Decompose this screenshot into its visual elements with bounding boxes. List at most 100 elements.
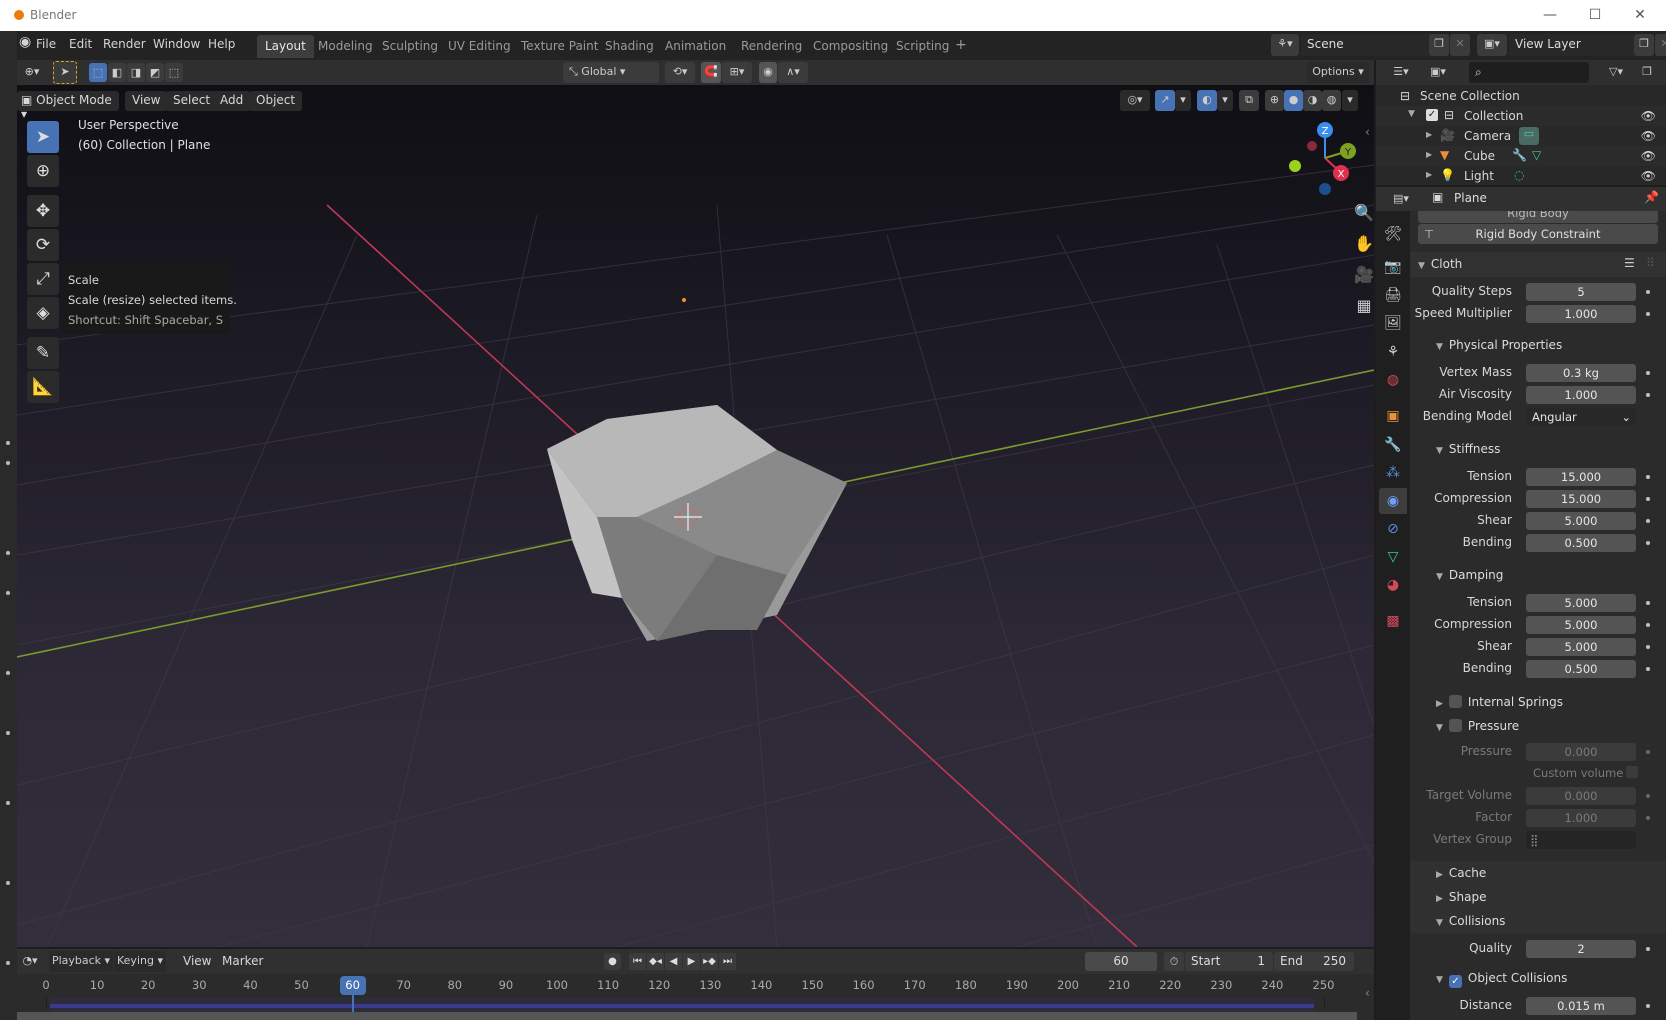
record-keyframe-button[interactable]: ● xyxy=(604,953,621,970)
object-data-tab-icon[interactable]: ▽ xyxy=(1379,544,1407,570)
keyframe-dot[interactable] xyxy=(1646,794,1650,798)
collection-checkbox[interactable]: ✓ xyxy=(1426,109,1438,121)
play-button[interactable]: ▶ xyxy=(683,953,700,970)
ortho-perspective-toggle-icon[interactable]: ▦ xyxy=(1352,296,1374,320)
minimize-button[interactable]: — xyxy=(1535,6,1565,26)
shape-subpanel-header[interactable]: ▶ Shape xyxy=(1410,885,1666,909)
tool-scale[interactable]: ⤢ xyxy=(27,263,59,295)
drag-handle-icon[interactable]: ⠿ xyxy=(1646,256,1655,270)
custom-volume-checkbox[interactable] xyxy=(1626,766,1638,778)
visibility-eye-icon[interactable]: 👁 xyxy=(1641,109,1656,123)
keyframe-dot[interactable] xyxy=(1646,393,1650,397)
scene-tab-icon[interactable]: ⚘ xyxy=(1379,339,1407,365)
collision-quality-field[interactable]: 2 xyxy=(1526,940,1636,958)
rigid-body-button[interactable]: Rigid Body xyxy=(1418,211,1658,223)
tool-move[interactable]: ✥ xyxy=(27,195,59,227)
keyframe-dot[interactable] xyxy=(1646,475,1650,479)
visibility-eye-icon[interactable]: 👁 xyxy=(1641,129,1656,143)
camera-view-icon[interactable]: 🎥 xyxy=(1352,265,1374,289)
menu-render[interactable]: Render xyxy=(103,37,146,51)
cloth-plane-mesh[interactable] xyxy=(547,405,847,641)
keyframe-dot[interactable] xyxy=(1646,290,1650,294)
start-frame-field[interactable]: Start 1 xyxy=(1185,952,1273,971)
outliner-search-input[interactable]: ⌕ xyxy=(1469,62,1589,83)
close-button[interactable]: ✕ xyxy=(1625,6,1655,26)
keyframe-dot[interactable] xyxy=(1646,750,1650,754)
current-frame-indicator[interactable]: 60 xyxy=(339,976,366,995)
outliner-item-camera[interactable]: ▶ 🎥 Camera ▭ 👁 xyxy=(1376,126,1666,146)
modifier-wrench-icon[interactable]: 🔧 xyxy=(1512,148,1527,162)
tab-sculpting[interactable]: Sculpting xyxy=(374,35,446,58)
menu-select[interactable]: Select xyxy=(166,91,218,111)
damping-shear-field[interactable]: 5.000 xyxy=(1526,638,1636,656)
sidebar-toggle-icon[interactable]: ‹ xyxy=(1365,125,1370,139)
damping-compression-field[interactable]: 5.000 xyxy=(1526,616,1636,634)
blender-menu-icon[interactable]: ◉ xyxy=(19,34,31,50)
tab-shading[interactable]: Shading xyxy=(597,35,662,58)
object-collisions-checkbox[interactable]: ✓ xyxy=(1448,975,1462,988)
maximize-button[interactable]: ☐ xyxy=(1580,6,1610,26)
marker-menu[interactable]: Marker xyxy=(222,954,263,968)
particles-tab-icon[interactable]: ⁂ xyxy=(1379,460,1407,486)
options-dropdown[interactable]: Options ▾ xyxy=(1307,62,1369,83)
rendered-shading-icon[interactable]: ◍ xyxy=(1322,90,1341,111)
tool-tab-icon[interactable]: 🛠 xyxy=(1379,221,1407,247)
tool-annotate[interactable]: ✎ xyxy=(27,337,59,369)
keyframe-dot[interactable] xyxy=(1646,601,1650,605)
current-frame-field[interactable]: 60 xyxy=(1085,952,1157,971)
snap-toggle-icon[interactable]: 🧲 xyxy=(701,62,721,83)
jump-to-end-button[interactable]: ⏭ xyxy=(719,953,736,970)
pin-icon[interactable]: 📌 xyxy=(1644,190,1659,204)
solid-shading-icon[interactable]: ● xyxy=(1284,90,1303,111)
tab-compositing[interactable]: Compositing xyxy=(805,35,896,58)
transform-orientation-dropdown[interactable]: ⤡ Global ▾ xyxy=(563,62,659,83)
keyframe-dot[interactable] xyxy=(1646,816,1650,820)
delete-scene-icon[interactable]: ✕ xyxy=(1450,34,1470,56)
output-tab-icon[interactable]: 🖨 xyxy=(1379,282,1407,308)
select-mode-subtract-icon[interactable]: ◨ xyxy=(127,63,145,82)
keyframe-dot[interactable] xyxy=(1646,667,1650,671)
tool-select-box[interactable]: ➤ xyxy=(27,121,59,153)
internal-springs-checkbox[interactable] xyxy=(1448,695,1462,708)
editor-type-icon[interactable]: ⊕▾ xyxy=(19,62,45,83)
gizmo-dropdown-icon[interactable]: ▾ xyxy=(1175,90,1191,111)
keyframe-dot[interactable] xyxy=(1646,519,1650,523)
timeline-scrollbar[interactable] xyxy=(17,1012,1357,1020)
proportional-falloff-icon[interactable]: ∧▾ xyxy=(778,62,808,83)
end-frame-field[interactable]: End 250 xyxy=(1274,952,1354,971)
outliner-editor-type-icon[interactable]: ☰▾ xyxy=(1386,62,1416,83)
cache-subpanel-header[interactable]: ▶ Cache xyxy=(1410,861,1666,886)
modifiers-tab-icon[interactable]: 🔧 xyxy=(1379,432,1407,458)
quality-steps-field[interactable]: 5 xyxy=(1526,283,1636,301)
keyframe-dot[interactable] xyxy=(1646,541,1650,545)
vertex-group-field[interactable]: ⣿ xyxy=(1526,831,1636,849)
sidebar-toggle-icon[interactable]: ‹ xyxy=(1365,986,1370,1000)
select-tool-icon[interactable]: ➤ xyxy=(53,61,77,84)
keyframe-dot[interactable] xyxy=(1646,312,1650,316)
keyframe-dot[interactable] xyxy=(1646,497,1650,501)
select-mode-intersect-icon[interactable]: ⬚ xyxy=(165,63,183,82)
gizmo-toggle-icon[interactable]: ↗ xyxy=(1155,90,1175,111)
visibility-eye-icon[interactable]: 👁 xyxy=(1641,169,1656,183)
view-layer-tab-icon[interactable]: 🖼 xyxy=(1379,310,1407,336)
new-scene-icon[interactable]: ❐ xyxy=(1429,34,1449,56)
view-layer-selector-icon[interactable]: ▣▾ xyxy=(1477,34,1507,56)
select-mode-invert-icon[interactable]: ◩ xyxy=(146,63,164,82)
material-tab-icon[interactable]: ◕ xyxy=(1379,572,1407,598)
tab-layout[interactable]: Layout xyxy=(257,35,314,58)
properties-editor-type-icon[interactable]: ▤▾ xyxy=(1386,189,1416,209)
proportional-edit-icon[interactable]: ◉ xyxy=(759,62,777,83)
menu-help[interactable]: Help xyxy=(208,37,235,51)
stiffness-tension-field[interactable]: 15.000 xyxy=(1526,468,1636,486)
damping-bending-field[interactable]: 0.500 xyxy=(1526,660,1636,678)
expand-arrow-icon[interactable]: ▶ xyxy=(1426,130,1432,139)
keying-menu[interactable]: Keying ▾ xyxy=(114,951,166,972)
zoom-view-icon[interactable]: 🔍 xyxy=(1352,203,1374,227)
damping-subpanel-header[interactable]: ▼ Damping xyxy=(1410,563,1666,587)
menu-add[interactable]: Add xyxy=(213,91,251,111)
select-mode-new-icon[interactable]: ⬚ xyxy=(89,63,107,82)
tab-modeling[interactable]: Modeling xyxy=(310,35,381,58)
tab-animation[interactable]: Animation xyxy=(657,35,734,58)
stiffness-bending-field[interactable]: 0.500 xyxy=(1526,534,1636,552)
stiffness-subpanel-header[interactable]: ▼ Stiffness xyxy=(1410,437,1666,461)
